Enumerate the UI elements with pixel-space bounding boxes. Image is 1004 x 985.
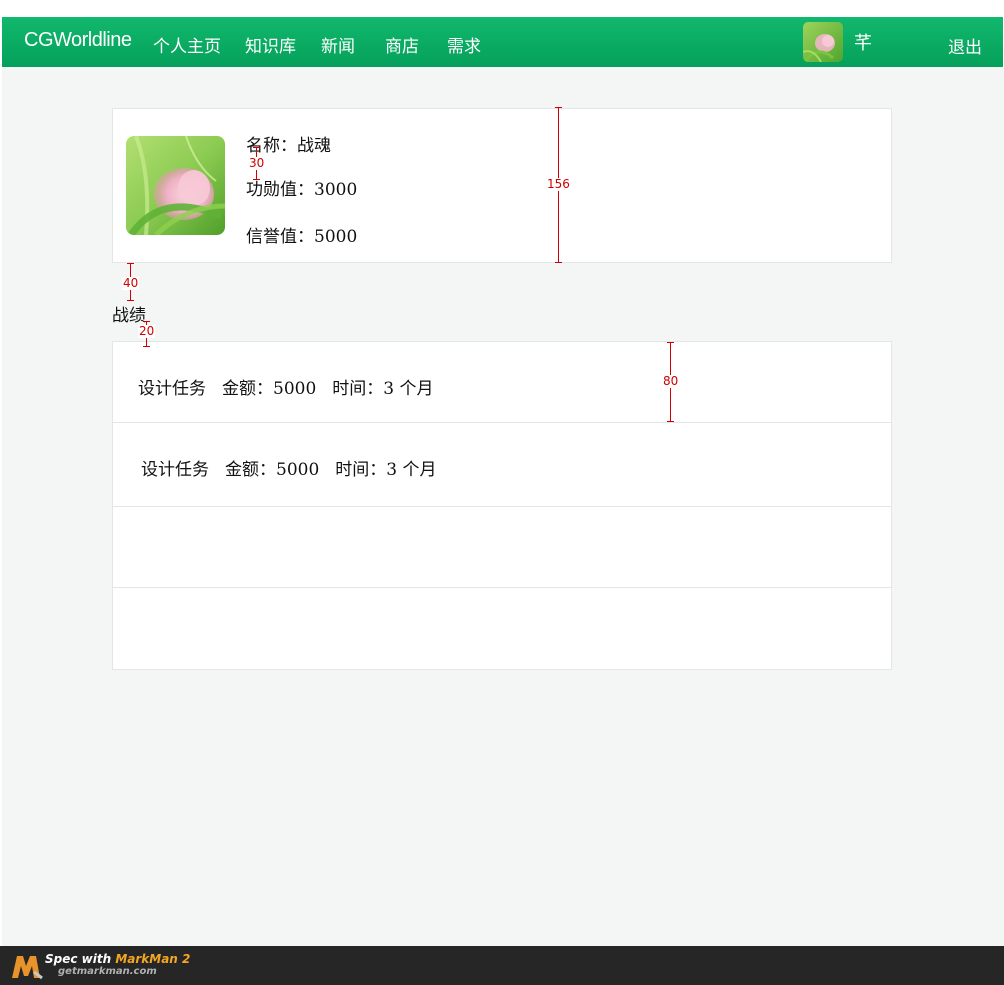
top-navbar: CGWorldline 个人主页 知识库 新闻 商店 需求 芊 退出 xyxy=(2,17,1003,67)
measure-label: 156 xyxy=(546,177,571,191)
profile-avatar-image xyxy=(126,136,225,235)
section-title-record: 战绩 xyxy=(112,306,146,326)
brand-logo[interactable]: CGWorldline xyxy=(24,29,132,52)
profile-name: 名称：战魂 xyxy=(246,136,331,156)
user-avatar[interactable] xyxy=(803,22,843,62)
record-time: 时间：3 个月 xyxy=(332,379,434,399)
record-task: 设计任务 xyxy=(141,460,209,480)
record-text: 设计任务 金额：5000 时间：3 个月 xyxy=(141,455,453,480)
nav-username[interactable]: 芊 xyxy=(854,29,872,55)
measure-label: 40 xyxy=(122,276,140,290)
nav-item-home[interactable]: 个人主页 xyxy=(153,32,221,57)
record-text xyxy=(141,620,189,640)
nav-item-store[interactable]: 商店 xyxy=(385,32,419,57)
markman-logo-icon xyxy=(12,956,43,980)
record-list: 设计任务 金额：5000 时间：3 个月 设计任务 金额：5000 时间：3 个月 xyxy=(112,341,892,670)
record-time: 时间：3 个月 xyxy=(335,460,437,480)
record-row[interactable] xyxy=(113,588,891,669)
profile-credit: 信誉值：5000 xyxy=(246,227,358,247)
measure-label: 30 xyxy=(248,156,266,170)
record-row[interactable]: 设计任务 金额：5000 时间：3 个月 xyxy=(113,342,891,423)
record-row[interactable] xyxy=(113,507,891,588)
measure-label: 80 xyxy=(662,374,680,388)
profile-card: 名称：战魂 功勋值：3000 信誉值：5000 xyxy=(112,108,892,263)
markman-spec-text: Spec with MarkMan 2 xyxy=(45,952,190,966)
nav-item-news[interactable]: 新闻 xyxy=(321,32,355,57)
markman-site[interactable]: getmarkman.com xyxy=(58,966,157,977)
record-task: 设计任务 xyxy=(138,379,206,399)
record-amount: 金额：5000 xyxy=(222,379,317,399)
markman-footer: Spec with MarkMan 2 getmarkman.com xyxy=(0,946,1004,985)
record-text xyxy=(141,539,189,559)
spec-prefix: Spec with xyxy=(45,952,116,966)
nav-item-knowledge[interactable]: 知识库 xyxy=(245,32,296,57)
record-row[interactable]: 设计任务 金额：5000 时间：3 个月 xyxy=(113,423,891,507)
nav-item-demand[interactable]: 需求 xyxy=(447,32,481,57)
spec-product: MarkMan 2 xyxy=(115,952,191,966)
record-amount: 金额：5000 xyxy=(225,460,320,480)
logout-button[interactable]: 退出 xyxy=(948,33,982,58)
profile-avatar xyxy=(126,136,225,235)
measure-label: 20 xyxy=(138,324,156,338)
record-text: 设计任务 金额：5000 时间：3 个月 xyxy=(138,374,450,399)
avatar-image xyxy=(803,22,843,62)
profile-merit: 功勋值：3000 xyxy=(246,180,358,200)
